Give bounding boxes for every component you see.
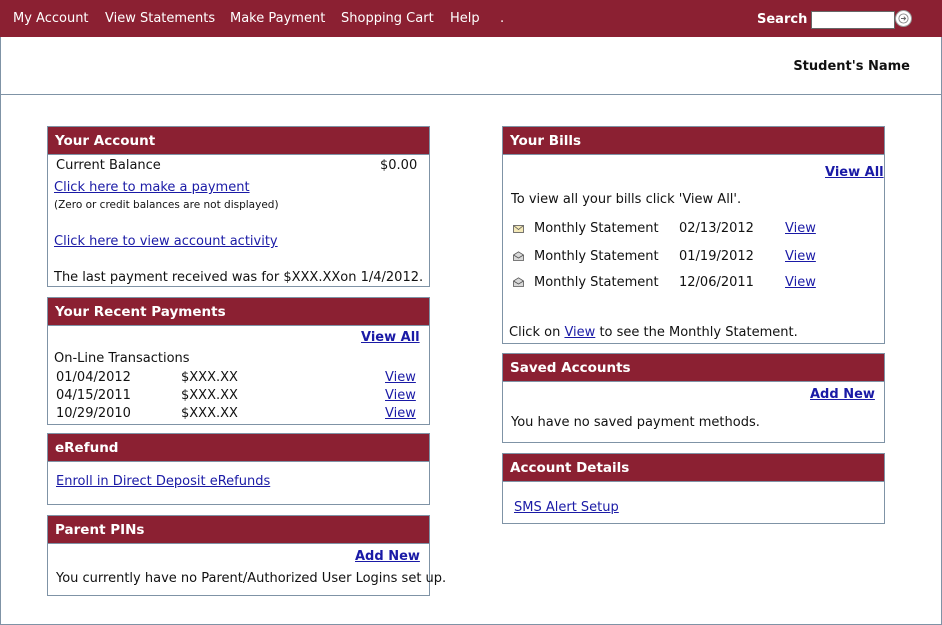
payment-date: 04/15/2011 <box>56 388 131 403</box>
payment-amount: $XXX.XX <box>181 388 238 403</box>
account-details-panel: Account Details SMS Alert Setup <box>502 453 885 524</box>
payment-row: 01/04/2012 $XXX.XX View <box>48 370 429 388</box>
nav-extra-item[interactable]: . <box>500 11 504 26</box>
payment-amount: $XXX.XX <box>181 370 238 385</box>
nav-my-account[interactable]: My Account <box>13 11 89 26</box>
search-go-button[interactable] <box>895 10 912 27</box>
bill-name: Monthly Statement <box>534 249 659 264</box>
parent-pins-add-new-link[interactable]: Add New <box>355 549 420 564</box>
current-balance-label: Current Balance <box>56 158 161 173</box>
panel-title: eRefund <box>48 434 429 462</box>
parent-pins-message: You currently have no Parent/Authorized … <box>56 571 447 586</box>
search-input[interactable] <box>811 11 895 29</box>
nav-shopping-cart[interactable]: Shopping Cart <box>341 11 434 26</box>
bill-row: Monthly Statement 02/13/2012 View <box>503 220 884 238</box>
bill-name: Monthly Statement <box>534 275 659 290</box>
bills-intro-text: To view all your bills click 'View All'. <box>511 192 742 207</box>
bill-row: Monthly Statement 01/19/2012 View <box>503 248 884 266</box>
make-payment-link[interactable]: Click here to make a payment <box>54 180 250 195</box>
bill-view-link[interactable]: View <box>785 221 816 236</box>
current-balance-value: $0.00 <box>380 158 418 173</box>
panel-title: Your Recent Payments <box>48 298 429 326</box>
bills-footer-prefix: Click on <box>509 325 561 340</box>
bills-footer-suffix: to see the Monthly Statement. <box>599 325 798 340</box>
last-payment-text: The last payment received was for $XXX.X… <box>54 270 423 285</box>
panel-title: Saved Accounts <box>503 354 884 382</box>
panel-title: Your Account <box>48 127 429 155</box>
bill-row: Monthly Statement 12/06/2011 View <box>503 274 884 292</box>
bills-footer-text: Click on View to see the Monthly Stateme… <box>509 325 798 340</box>
header-band: Student's Name <box>0 37 942 95</box>
bill-date: 01/19/2012 <box>679 249 754 264</box>
bill-date: 02/13/2012 <box>679 221 754 236</box>
payment-view-link[interactable]: View <box>385 406 416 421</box>
zero-balance-note: (Zero or credit balances are not display… <box>54 199 279 211</box>
panel-title: Account Details <box>503 454 884 482</box>
your-bills-panel: Your Bills View All To view all your bil… <box>502 126 885 344</box>
last-payment-amount: $XXX.XX <box>283 270 341 285</box>
envelope-open-icon <box>513 277 524 287</box>
bill-view-link[interactable]: View <box>785 275 816 290</box>
panel-title: Parent PINs <box>48 516 429 544</box>
bill-view-link[interactable]: View <box>785 249 816 264</box>
last-payment-prefix: The last payment received was for <box>54 270 280 285</box>
student-name: Student's Name <box>793 59 910 74</box>
recent-payments-view-all-link[interactable]: View All <box>361 330 420 345</box>
parent-pins-panel: Parent PINs Add New You currently have n… <box>47 515 446 596</box>
view-account-activity-link[interactable]: Click here to view account activity <box>54 234 278 249</box>
nav-make-payment[interactable]: Make Payment <box>230 11 325 26</box>
nav-view-statements[interactable]: View Statements <box>105 11 215 26</box>
payment-amount: $XXX.XX <box>181 406 238 421</box>
recent-payments-panel: Your Recent Payments View All On-Line Tr… <box>47 297 430 425</box>
envelope-open-icon <box>513 251 524 261</box>
payment-date: 10/29/2010 <box>56 406 131 421</box>
panel-title: Your Bills <box>503 127 884 155</box>
sms-alert-setup-link[interactable]: SMS Alert Setup <box>514 500 619 515</box>
online-transactions-label: On-Line Transactions <box>54 351 190 366</box>
nav-help[interactable]: Help <box>450 11 480 26</box>
enroll-direct-deposit-link[interactable]: Enroll in Direct Deposit eRefunds <box>56 474 270 489</box>
saved-accounts-panel: Saved Accounts Add New You have no saved… <box>502 353 885 443</box>
bill-name: Monthly Statement <box>534 221 659 236</box>
envelope-closed-icon <box>513 225 524 233</box>
payment-row: 10/29/2010 $XXX.XX View <box>48 406 429 424</box>
arrow-right-icon <box>898 13 909 24</box>
bills-view-all-link[interactable]: View All <box>825 165 884 180</box>
bills-footer-view-link[interactable]: View <box>564 325 595 340</box>
your-account-panel: Your Account Current Balance $0.00 Click… <box>47 126 430 287</box>
payment-date: 01/04/2012 <box>56 370 131 385</box>
payment-row: 04/15/2011 $XXX.XX View <box>48 388 429 406</box>
saved-accounts-message: You have no saved payment methods. <box>511 415 760 430</box>
payment-view-link[interactable]: View <box>385 388 416 403</box>
bill-date: 12/06/2011 <box>679 275 754 290</box>
saved-accounts-add-new-link[interactable]: Add New <box>810 387 875 402</box>
erefund-panel: eRefund Enroll in Direct Deposit eRefund… <box>47 433 430 505</box>
last-payment-suffix: on 1/4/2012. <box>340 270 424 285</box>
payment-view-link[interactable]: View <box>385 370 416 385</box>
top-navigation-bar: My Account View Statements Make Payment … <box>0 0 942 37</box>
search-label: Search <box>757 12 808 27</box>
